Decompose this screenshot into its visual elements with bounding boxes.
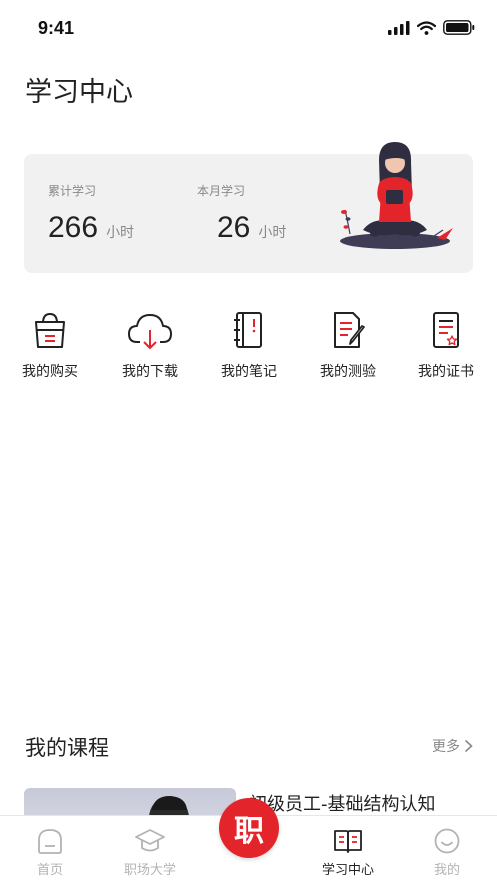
- total-study-stat: 累计学习 266 小时: [48, 182, 134, 245]
- tab-label: 我的: [433, 863, 460, 878]
- tab-home[interactable]: 首页: [10, 816, 90, 883]
- quiz-icon: [334, 312, 365, 348]
- quick-actions: 我的购买 我的下载 我的笔记 我的测验 我的证书: [0, 310, 497, 390]
- signal-icon: [388, 20, 410, 35]
- chevron-right-icon: [464, 739, 473, 753]
- quick-action-label: 我的购买: [22, 364, 78, 380]
- shopping-bag-icon: [35, 312, 65, 348]
- status-time: 9:41: [38, 18, 75, 38]
- smiley-icon: [434, 828, 460, 854]
- more-courses-link[interactable]: 更多: [432, 736, 473, 756]
- tab-profile[interactable]: 我的: [407, 816, 487, 883]
- my-courses-title: 我的课程: [25, 736, 109, 760]
- open-book-icon: [334, 830, 362, 853]
- month-study-stat: 本月学习 26 小时: [197, 182, 286, 245]
- center-logo-label: 职: [234, 814, 264, 849]
- home-icon: [38, 829, 62, 854]
- course-title[interactable]: 初级员工-基础结构认知: [249, 790, 436, 816]
- tab-learning-center[interactable]: 学习中心: [308, 816, 388, 883]
- month-study-unit: 小时: [258, 225, 287, 241]
- month-study-label: 本月学习: [197, 184, 246, 198]
- study-stats-card: 累计学习 266 小时 本月学习 26 小时: [24, 142, 473, 273]
- total-study-unit: 小时: [106, 225, 135, 241]
- quick-action-certificates[interactable]: 我的证书: [401, 310, 491, 381]
- quick-action-label: 我的笔记: [221, 364, 277, 380]
- quick-action-quizzes[interactable]: 我的测验: [303, 310, 393, 381]
- quick-action-purchases[interactable]: 我的购买: [5, 310, 95, 381]
- tab-label: 职场大学: [123, 863, 176, 878]
- total-study-label: 累计学习: [48, 184, 97, 198]
- quick-action-downloads[interactable]: 我的下载: [105, 310, 195, 381]
- quick-action-label: 我的证书: [418, 364, 474, 380]
- notebook-icon: [234, 312, 262, 348]
- month-study-value: 26: [217, 211, 251, 244]
- wifi-icon: [417, 20, 436, 35]
- status-bar: 9:41: [0, 0, 497, 56]
- status-icons: [388, 20, 475, 35]
- tab-career-university[interactable]: 职场大学: [110, 816, 190, 883]
- quick-action-notes[interactable]: 我的笔记: [204, 310, 294, 381]
- quick-action-label: 我的测验: [320, 364, 376, 380]
- graduation-cap-icon: [135, 829, 165, 852]
- cloud-download-icon: [128, 314, 172, 350]
- tab-label: 学习中心: [321, 863, 374, 878]
- total-study-value: 266: [48, 211, 99, 244]
- certificate-icon: [433, 312, 459, 348]
- battery-icon: [443, 20, 475, 35]
- quick-action-label: 我的下载: [122, 364, 178, 380]
- page-title: 学习中心: [25, 77, 133, 108]
- tab-label: 首页: [36, 863, 63, 878]
- reading-girl-illustration: [340, 142, 453, 249]
- more-link-label: 更多: [432, 739, 460, 755]
- center-logo-button[interactable]: 职: [219, 798, 279, 858]
